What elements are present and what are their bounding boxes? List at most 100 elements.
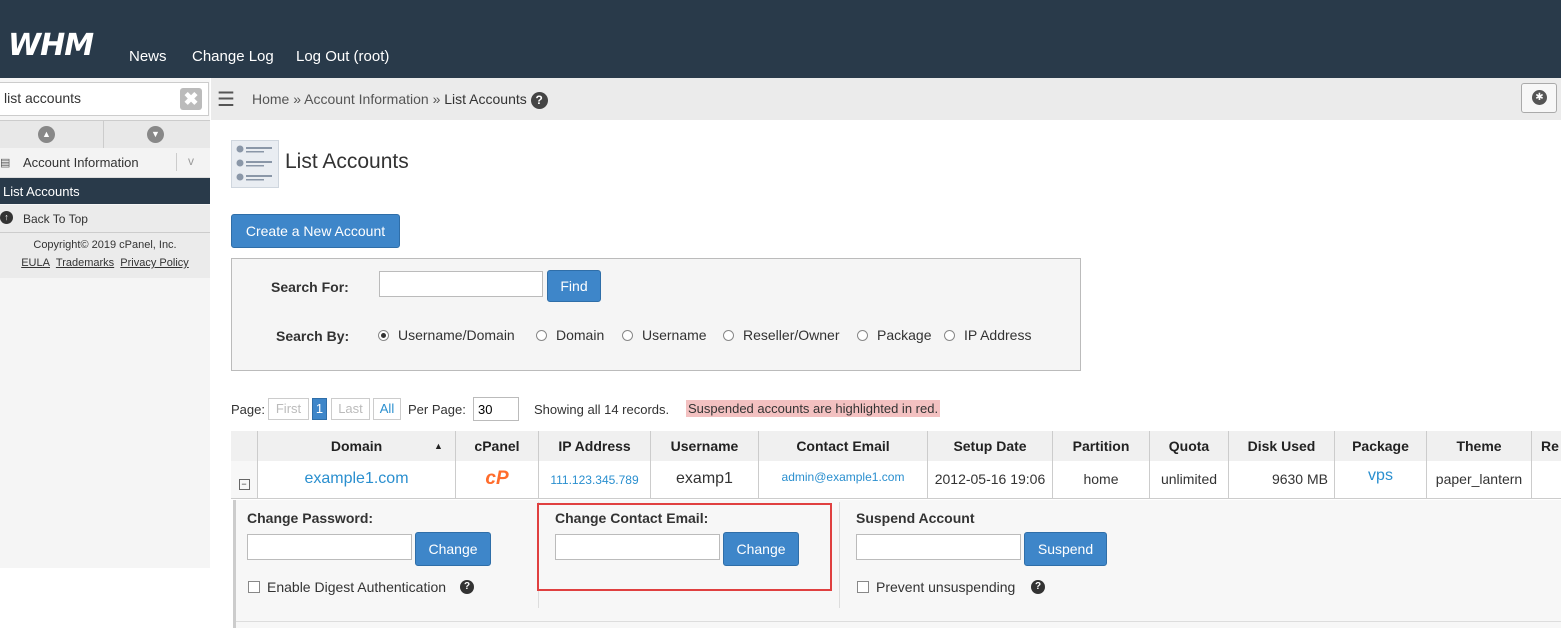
package-link[interactable]: vps — [1335, 461, 1427, 499]
help-icon[interactable]: ? — [530, 92, 548, 109]
prevent-unsuspending-label: Prevent unsuspending — [876, 579, 1016, 595]
per-page-input[interactable] — [473, 397, 519, 421]
reseller-cell — [1532, 461, 1561, 499]
radio-label: IP Address — [964, 327, 1032, 343]
quota: unlimited — [1150, 461, 1229, 499]
divider — [176, 153, 177, 171]
breadcrumb-current: List Accounts — [444, 91, 527, 107]
disk-used: 9630 MB — [1229, 461, 1335, 499]
lifebuoy-icon: ✱ — [1532, 90, 1547, 105]
find-button[interactable]: Find — [547, 270, 601, 302]
table-header-ip[interactable]: IP Address — [539, 431, 651, 461]
radio-package[interactable] — [857, 330, 868, 341]
radio-username[interactable] — [622, 330, 633, 341]
digest-auth-label: Enable Digest Authentication — [267, 579, 447, 595]
sidebar-item-label: List Accounts — [3, 184, 80, 199]
back-to-top-label: Back To Top — [23, 212, 88, 226]
collapse-icon: − — [238, 479, 250, 490]
table-header-email[interactable]: Contact Email — [759, 431, 928, 461]
search-for-label: Search For: — [271, 279, 349, 295]
change-password-button[interactable]: Change — [415, 532, 491, 566]
cpanel-link[interactable]: cP — [456, 461, 539, 499]
table-header-domain[interactable]: Domain ▲ — [258, 431, 456, 461]
list-accounts-icon — [231, 140, 279, 188]
sort-asc-icon: ▲ — [434, 441, 443, 451]
username: examp1 — [651, 461, 759, 499]
breadcrumb-home[interactable]: Home — [252, 91, 289, 107]
per-page-label: Per Page: — [408, 402, 466, 417]
contact-email-link[interactable]: admin@example1.com — [759, 461, 928, 499]
sidebar-search-input[interactable] — [2, 89, 176, 107]
all-pages-button[interactable]: All — [373, 398, 401, 420]
help-icon[interactable]: ? — [460, 580, 474, 594]
row-toggle[interactable]: − — [231, 461, 258, 499]
prevent-unsuspending-checkbox[interactable] — [857, 581, 869, 593]
help-icon[interactable]: ? — [1031, 580, 1045, 594]
change-password-input[interactable] — [247, 534, 412, 560]
change-password-label: Change Password: — [247, 510, 374, 526]
records-count: Showing all 14 records. — [534, 402, 670, 417]
suspend-reason-input[interactable] — [856, 534, 1021, 560]
chevron-down-icon[interactable]: v — [188, 154, 194, 168]
suspend-account-label: Suspend Account — [856, 510, 975, 526]
breadcrumb: ☰ Home » Account Information » List Acco… — [211, 78, 1561, 120]
digest-auth-checkbox[interactable] — [248, 581, 260, 593]
table-header-package[interactable]: Package — [1335, 431, 1427, 461]
nav-news[interactable]: News — [129, 48, 167, 65]
arrow-up-icon: ↑ — [0, 211, 13, 224]
collapse-down-button[interactable]: ▼ — [103, 121, 206, 148]
back-to-top[interactable]: ↑ Back To Top — [0, 205, 210, 233]
radio-label: Username — [642, 327, 707, 343]
whm-logo[interactable]: WHM — [8, 28, 94, 63]
search-input[interactable] — [379, 271, 543, 297]
search-panel — [231, 258, 1081, 371]
table-header-partition[interactable]: Partition — [1053, 431, 1150, 461]
domain-link[interactable]: example1.com — [258, 461, 456, 499]
first-page-button[interactable]: First — [268, 398, 309, 420]
table-header-username[interactable]: Username — [651, 431, 759, 461]
current-page-button[interactable]: 1 — [312, 398, 327, 420]
radio-label: Package — [877, 327, 932, 343]
table-header-cpanel[interactable]: cPanel — [456, 431, 539, 461]
theme: paper_lantern — [1427, 461, 1532, 499]
clear-search-icon[interactable]: ✖ — [180, 88, 202, 110]
ip-address[interactable]: 111.123.345.789 — [539, 461, 651, 499]
table-header-disk-used[interactable]: Disk Used — [1229, 431, 1335, 461]
radio-domain[interactable] — [536, 330, 547, 341]
radio-ip-address[interactable] — [944, 330, 955, 341]
trademarks-link[interactable]: Trademarks — [56, 257, 114, 269]
last-page-button[interactable]: Last — [331, 398, 370, 420]
sidebar-search: ✖ — [0, 82, 209, 116]
nav-logout[interactable]: Log Out (root) — [296, 48, 389, 65]
sidebar-collapse-controls: ▲ ▼ — [0, 120, 210, 149]
divider — [839, 502, 840, 608]
setup-date: 2012-05-16 19:06 — [928, 461, 1053, 499]
table-header-toggle — [231, 431, 258, 461]
radio-label: Username/Domain — [398, 327, 515, 343]
table-header-reseller[interactable]: Re — [1532, 431, 1561, 461]
table-header-theme[interactable]: Theme — [1427, 431, 1532, 461]
copyright-text: Copyright© 2019 cPanel, Inc. — [33, 239, 177, 251]
table-header-quota[interactable]: Quota — [1150, 431, 1229, 461]
sidebar-item-list-accounts[interactable]: List Accounts — [0, 178, 210, 204]
suspended-note: Suspended accounts are highlighted in re… — [686, 400, 941, 417]
table-header-setup-date[interactable]: Setup Date — [928, 431, 1053, 461]
radio-label: Domain — [556, 327, 605, 343]
sidebar-section-account-information[interactable]: ▤ Account Information v — [0, 148, 210, 178]
eula-link[interactable]: EULA — [21, 257, 50, 269]
nav-change-log[interactable]: Change Log — [192, 48, 274, 65]
top-bar: WHM News Change Log Log Out (root) — [0, 0, 1561, 78]
page-label: Page: — [231, 402, 265, 417]
radio-username-domain[interactable] — [378, 330, 389, 341]
chevron-up-icon: ▲ — [38, 126, 55, 143]
suspend-button[interactable]: Suspend — [1024, 532, 1107, 566]
radio-reseller-owner[interactable] — [723, 330, 734, 341]
search-by-label: Search By: — [276, 328, 350, 344]
menu-toggle-icon[interactable]: ☰ — [217, 87, 235, 112]
create-account-button[interactable]: Create a New Account — [231, 214, 400, 248]
chevron-down-icon: ▼ — [147, 126, 164, 143]
collapse-up-button[interactable]: ▲ — [0, 121, 104, 148]
privacy-policy-link[interactable]: Privacy Policy — [120, 257, 188, 269]
settings-button[interactable]: ✱ — [1521, 83, 1557, 113]
breadcrumb-account-information[interactable]: Account Information — [304, 91, 429, 107]
